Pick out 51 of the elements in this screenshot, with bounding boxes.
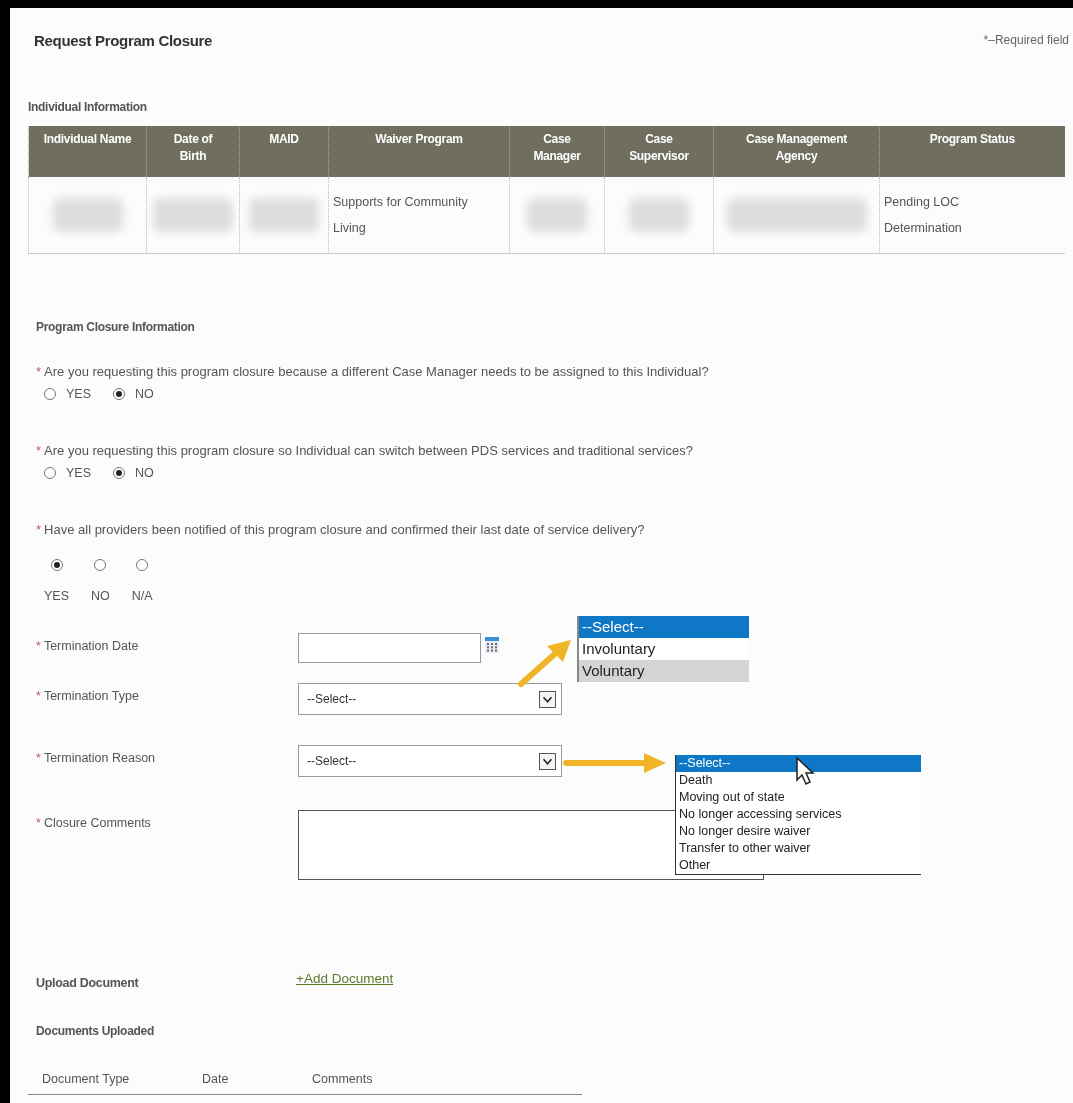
dropdown-option[interactable]: No longer accessing services <box>676 806 921 823</box>
column-header: Waiver Program <box>328 126 510 177</box>
field-label: Upload Document <box>36 975 140 990</box>
dropdown-option[interactable]: Other <box>676 857 921 874</box>
dropdown-option[interactable]: --Select-- <box>676 755 921 772</box>
section-heading: Program Closure Information <box>36 320 196 334</box>
column-header: Program Status <box>879 126 1065 177</box>
dropdown-option[interactable]: Moving out of state <box>676 789 921 806</box>
radio-option[interactable]: YES <box>44 559 69 603</box>
select-field[interactable]: --Select-- <box>298 745 562 777</box>
field-label: * Termination Reason <box>36 750 157 765</box>
dropdown-option[interactable]: No longer desire waiver <box>676 823 921 840</box>
dropdown-option[interactable]: Voluntary <box>579 660 749 682</box>
radio-option[interactable]: YES <box>44 466 91 480</box>
field-label: * Closure Comments <box>36 815 152 830</box>
field-label: * Termination Date <box>36 638 140 653</box>
dropdown-option[interactable]: Involuntary <box>579 638 749 660</box>
column-header: Case Management Agency <box>713 126 880 177</box>
column-header: Comments <box>312 1072 374 1086</box>
page-title: Request Program Closure <box>34 31 213 49</box>
chevron-down-icon[interactable] <box>539 752 556 770</box>
field-label: * Termination Type <box>36 688 140 703</box>
table-cell: Pending LOC Determination <box>879 177 1065 254</box>
column-header: Case Supervisor <box>604 126 714 177</box>
select-field[interactable]: --Select-- <box>298 683 562 715</box>
column-header: Date of Birth <box>146 126 240 177</box>
column-header: Case Manager <box>509 126 605 177</box>
dropdown-option[interactable]: Death <box>676 772 921 789</box>
add-document-link[interactable]: +Add Document <box>296 970 394 986</box>
dropdown-option[interactable]: Transfer to other waiver <box>676 840 921 857</box>
chevron-down-icon[interactable] <box>539 690 556 708</box>
date-field[interactable] <box>298 633 481 663</box>
radio-option[interactable]: NO <box>113 466 154 480</box>
column-header: Date <box>202 1072 230 1086</box>
radio-option[interactable]: NO <box>91 559 110 603</box>
radio-option[interactable]: YES <box>44 387 91 401</box>
calendar-icon[interactable] <box>485 637 499 653</box>
question-text: * Have all providers been notified of this program closure and confirmed their last date of service delivery? <box>36 522 646 537</box>
radio-option[interactable]: N/A <box>131 559 153 603</box>
required-field-note: *–Required field <box>983 33 1069 47</box>
dropdown-option[interactable]: --Select-- <box>579 616 749 638</box>
column-header: MAID <box>239 126 329 177</box>
table-cell: Supports for Community Living <box>328 177 510 254</box>
column-header: Document Type <box>42 1072 131 1086</box>
radio-option[interactable]: NO <box>113 387 154 401</box>
section-heading: Documents Uploaded <box>36 1024 155 1038</box>
section-heading: Individual Information <box>28 100 148 114</box>
question-text: * Are you requesting this program closure because a different Case Manager needs to be assigned to this Individual? <box>36 364 710 379</box>
column-header: Individual Name <box>28 126 147 177</box>
question-text: * Are you requesting this program closure so Individual can switch between PDS services and traditional services? <box>36 443 694 458</box>
pointer-arrow <box>517 638 573 688</box>
